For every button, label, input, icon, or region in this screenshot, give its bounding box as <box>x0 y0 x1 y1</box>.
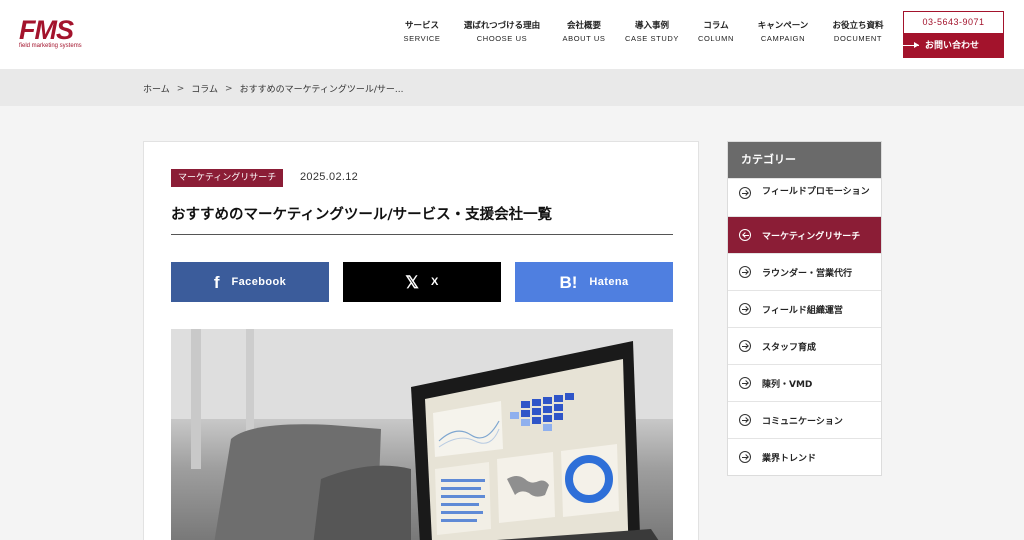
sidebar-item-industry-trend[interactable]: 業界トレンド <box>728 438 881 475</box>
share-facebook-label: Facebook <box>231 276 287 288</box>
contact-label: お問い合わせ <box>925 41 980 51</box>
contact-button[interactable]: お問い合わせ <box>897 34 1004 58</box>
nav-label-en: DOCUMENT <box>833 34 883 43</box>
nav-item-column[interactable]: コラム COLUMN <box>688 20 744 45</box>
nav-label-ja: 選ばれつづける理由 <box>463 21 541 31</box>
nav-item-about-us[interactable]: 会社概要 ABOUT US <box>552 20 616 45</box>
circle-arrow-left-icon <box>739 229 751 241</box>
breadcrumb-current: おすすめのマーケティングツール/サー... <box>239 85 404 95</box>
sidebar-item-label: スタッフ育成 <box>762 342 817 353</box>
global-nav: サービス SERVICE 選ばれつづける理由 CHOOSE US 会社概要 AB… <box>392 20 894 45</box>
category-badge[interactable]: マーケティングリサーチ <box>171 169 284 187</box>
circle-arrow-right-icon <box>739 414 751 426</box>
hatena-icon: B! <box>559 272 578 292</box>
sidebar-item-staff-training[interactable]: スタッフ育成 <box>728 327 881 364</box>
x-icon: 𝕏 <box>405 272 419 292</box>
sidebar-item-label: 陳列・VMD <box>762 379 813 390</box>
sidebar-item-communication[interactable]: コミュニケーション <box>728 401 881 438</box>
breadcrumb-column[interactable]: コラム <box>191 82 218 95</box>
logo-tagline: field marketing systems <box>19 43 82 49</box>
publish-date: 2025.02.12 <box>300 171 359 183</box>
nav-label-en: COLUMN <box>697 34 735 43</box>
sidebar-heading: カテゴリー <box>728 142 881 178</box>
share-x-button[interactable]: 𝕏 X <box>343 262 501 302</box>
arrow-right-icon <box>897 42 919 48</box>
circle-arrow-right-icon <box>739 303 751 315</box>
article-hero-image <box>171 329 673 540</box>
sidebar-item-label: フィールドプロモーション <box>762 187 870 197</box>
nav-label-ja: サービス <box>404 21 439 31</box>
nav-item-choose-us[interactable]: 選ばれつづける理由 CHOOSE US <box>452 20 552 45</box>
share-facebook-button[interactable]: f Facebook <box>171 262 329 302</box>
nav-label-ja: 導入事例 <box>634 21 669 31</box>
breadcrumb-bar: ホーム > コラム > おすすめのマーケティングツール/サー... <box>0 69 1024 106</box>
sidebar-item-marketing-research[interactable]: マーケティングリサーチ <box>728 216 881 253</box>
share-hatena-button[interactable]: B! Hatena <box>515 262 673 302</box>
chevron-right-icon: > <box>176 83 185 94</box>
laptop-dashboard-illustration <box>171 329 673 540</box>
article-title: おすすめのマーケティングツール/サービス・支援会社一覧 <box>171 207 553 223</box>
circle-arrow-right-icon <box>739 340 751 352</box>
phone-number[interactable]: 03-5643-9071 <box>903 11 1004 34</box>
nav-label-en: CASE STUDY <box>625 34 679 43</box>
sidebar-item-label: ラウンダー・営業代行 <box>762 268 853 279</box>
category-sidebar: カテゴリー フィールドプロモーション マーケティングリサーチ ラウンダー・営業代… <box>727 141 882 476</box>
share-hatena-label: Hatena <box>589 276 629 288</box>
nav-label-en: SERVICE <box>403 34 441 43</box>
sidebar-item-label: フィールド組織運営 <box>762 305 843 316</box>
sidebar-item-field-promotion[interactable]: フィールドプロモーション <box>728 178 881 216</box>
article-card: マーケティングリサーチ 2025.02.12 おすすめのマーケティングツール/サ… <box>143 141 699 540</box>
nav-item-document[interactable]: お役立ち資料 DOCUMENT <box>822 20 894 45</box>
logo-mark: FMS <box>19 15 74 45</box>
nav-label-en: CHOOSE US <box>476 34 528 43</box>
sidebar-item-field-organization[interactable]: フィールド組織運営 <box>728 290 881 327</box>
logo[interactable]: FMS field marketing systems <box>19 15 89 52</box>
nav-label-en: CAMPAIGN <box>760 34 806 43</box>
chevron-right-icon: > <box>225 83 233 94</box>
nav-label-ja: お役立ち資料 <box>832 21 884 31</box>
sidebar-item-label: 業界トレンド <box>762 453 817 464</box>
site-header: FMS field marketing systems サービス SERVICE… <box>0 0 1024 69</box>
sidebar-item-rounder-sales[interactable]: ラウンダー・営業代行 <box>728 253 881 290</box>
title-divider <box>171 234 673 235</box>
circle-arrow-right-icon <box>739 377 751 389</box>
nav-label-en: ABOUT US <box>562 34 606 43</box>
breadcrumb: ホーム > コラム > おすすめのマーケティングツール/サー... <box>143 82 404 96</box>
breadcrumb-home[interactable]: ホーム <box>143 82 170 95</box>
nav-item-service[interactable]: サービス SERVICE <box>392 20 452 45</box>
nav-label-ja: 会社概要 <box>566 21 601 31</box>
nav-item-campaign[interactable]: キャンペーン CAMPAIGN <box>744 20 822 45</box>
nav-label-ja: キャンペーン <box>757 21 809 31</box>
nav-item-case-study[interactable]: 導入事例 CASE STUDY <box>616 20 688 45</box>
sidebar-item-display-vmd[interactable]: 陳列・VMD <box>728 364 881 401</box>
nav-label-ja: コラム <box>703 21 729 31</box>
share-x-label: X <box>430 276 439 288</box>
circle-arrow-right-icon <box>739 187 751 199</box>
circle-arrow-right-icon <box>739 266 751 278</box>
facebook-icon: f <box>213 272 220 292</box>
sidebar-item-label: マーケティングリサーチ <box>762 231 861 242</box>
circle-arrow-right-icon <box>739 451 751 463</box>
sidebar-item-label: コミュニケーション <box>762 416 843 427</box>
